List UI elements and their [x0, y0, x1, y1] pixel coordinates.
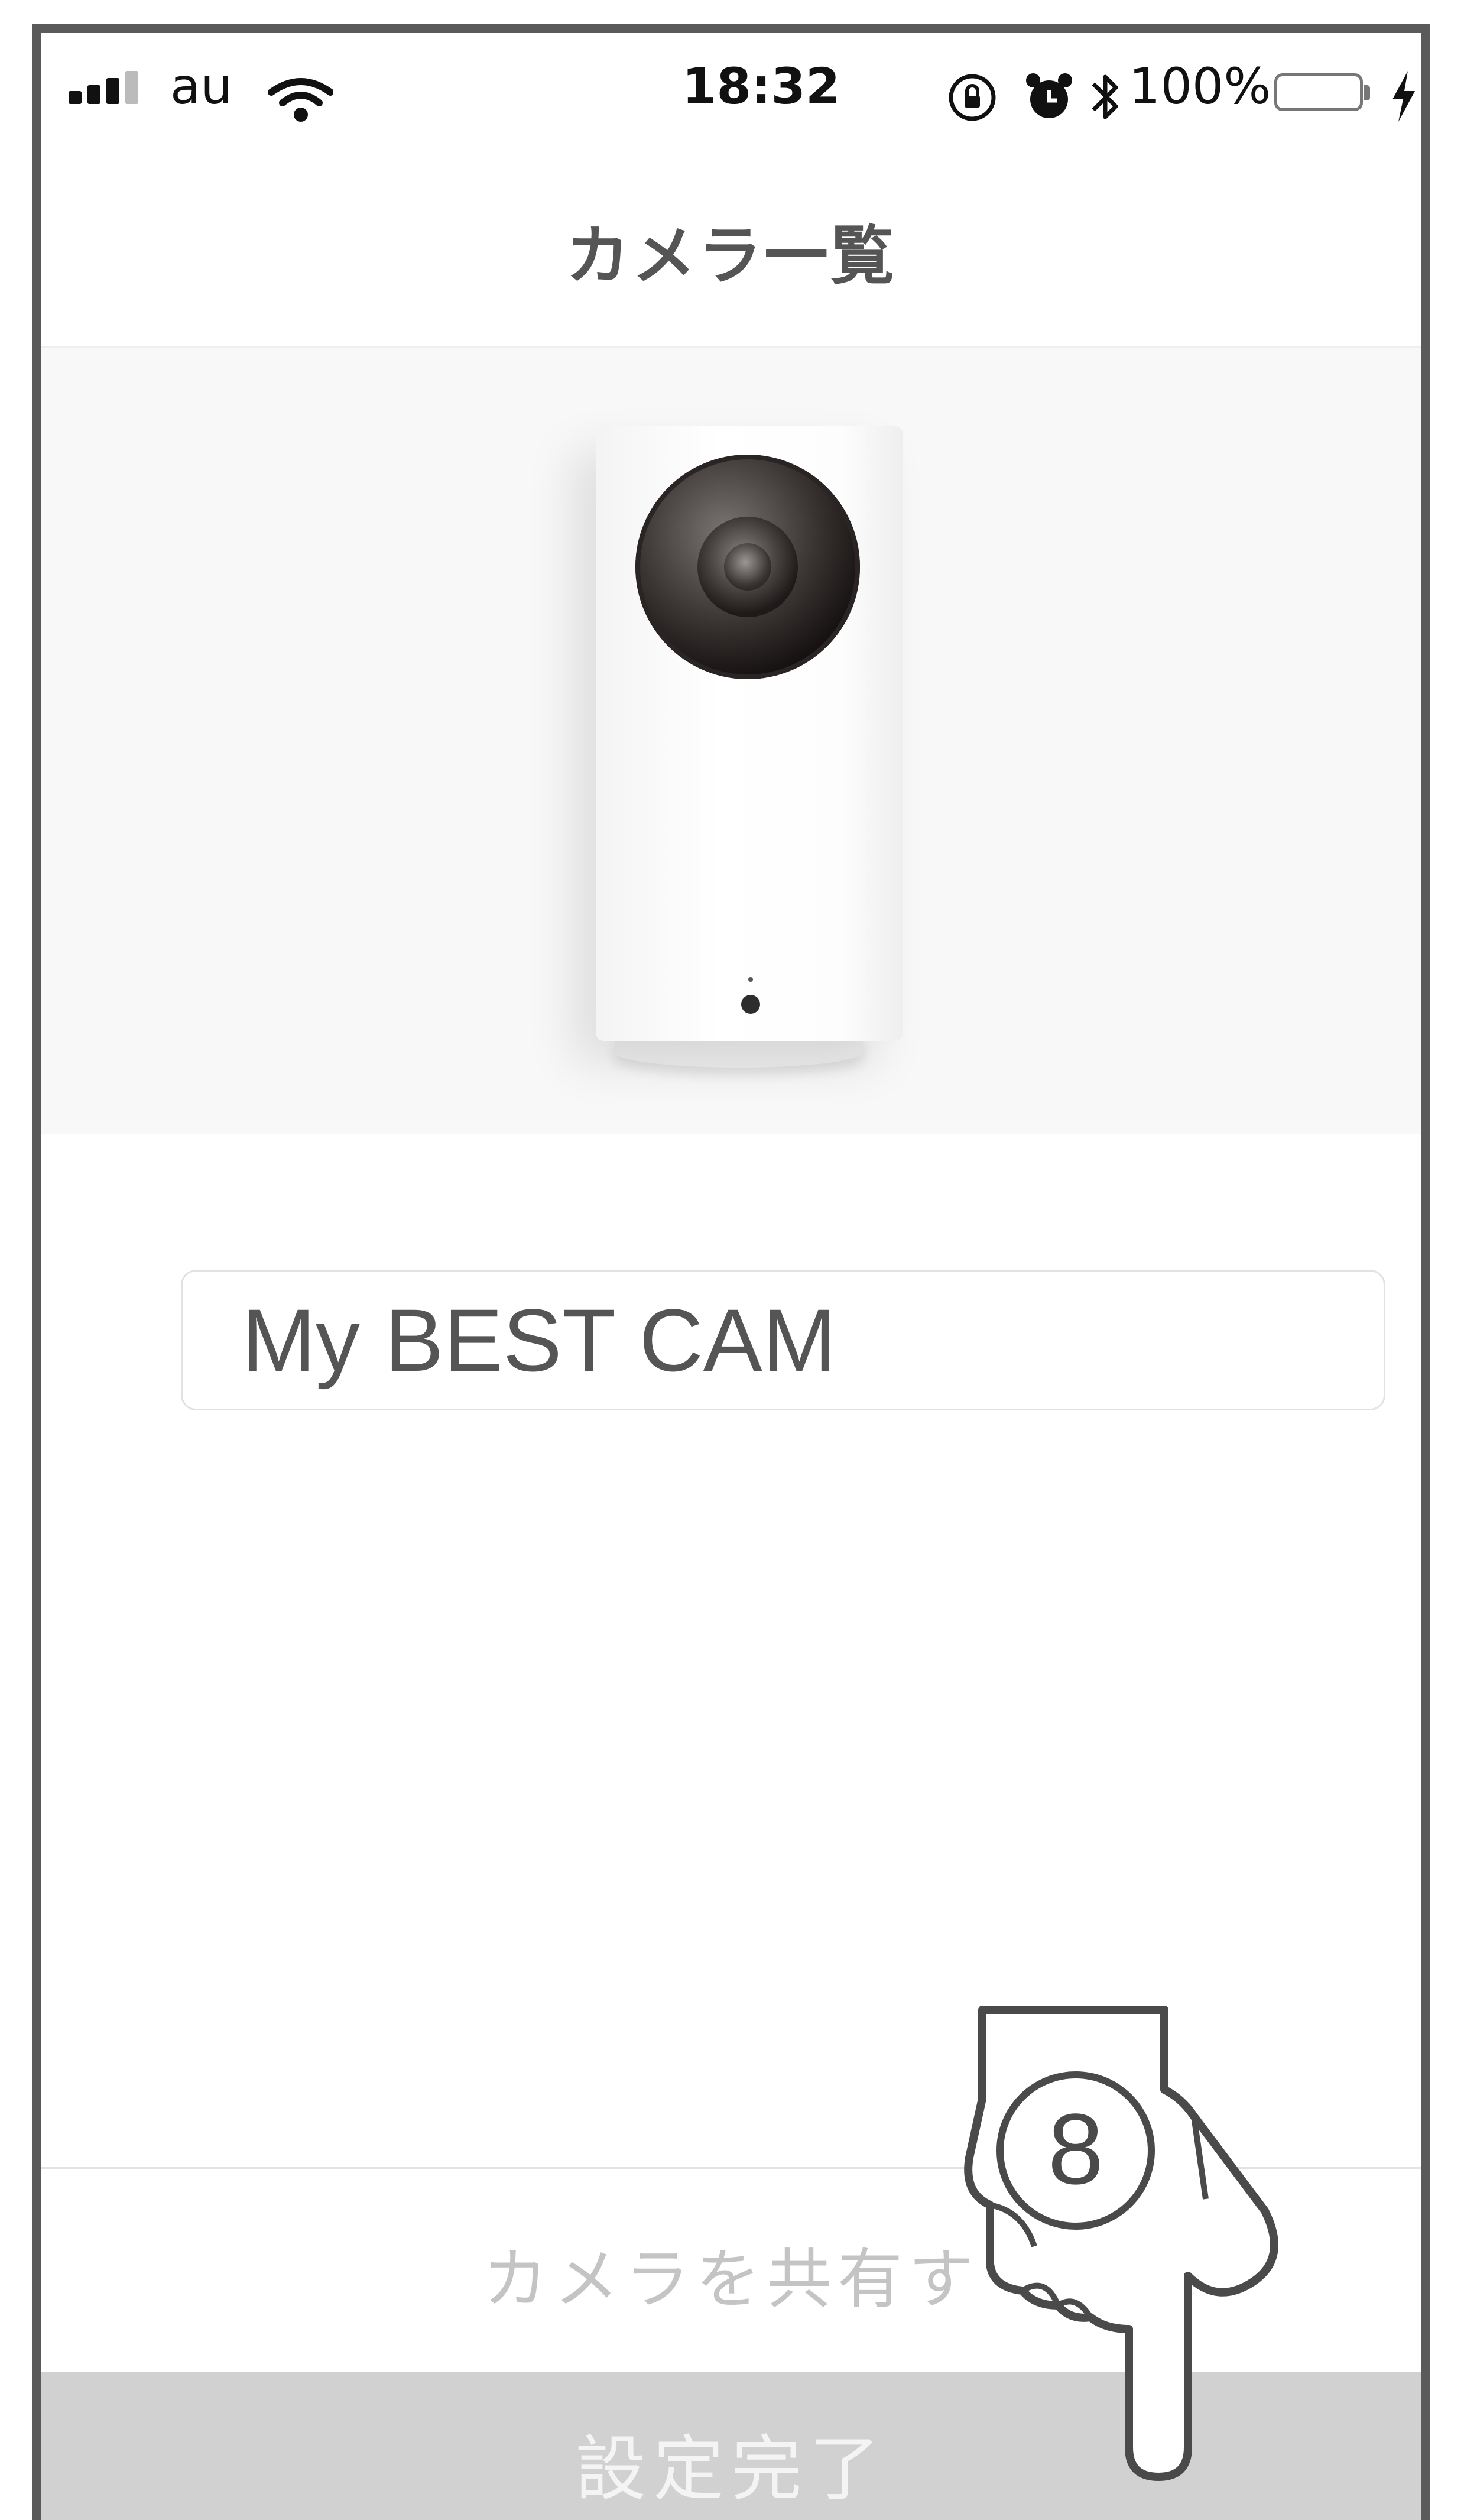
pointing-hand-icon: 8	[964, 2006, 1278, 2481]
step-number: 8	[1048, 2093, 1104, 2206]
battery-percent: 100%	[1129, 57, 1271, 115]
alarm-icon	[1026, 73, 1072, 118]
battery-icon	[1274, 73, 1363, 111]
wifi-icon	[268, 78, 333, 122]
battery-tip	[1364, 85, 1370, 100]
charging-icon	[1392, 71, 1415, 122]
camera-indicator-light	[741, 995, 760, 1014]
status-bar: au 18:32 100%	[41, 33, 1421, 134]
camera-lens-core	[724, 543, 771, 591]
camera-product-image	[41, 348, 1421, 1134]
camera-base	[615, 1037, 863, 1068]
bluetooth-icon	[1092, 74, 1118, 119]
orientation-lock-icon	[949, 74, 996, 121]
navigation-bar: カメラ一覧	[41, 134, 1421, 348]
signal-icon	[69, 71, 145, 104]
page-title: カメラ一覧	[565, 219, 897, 293]
clock: 18:32	[682, 57, 840, 115]
camera-mic	[748, 977, 753, 982]
camera-name-input[interactable]	[181, 1270, 1385, 1410]
carrier-name: au	[170, 57, 232, 115]
